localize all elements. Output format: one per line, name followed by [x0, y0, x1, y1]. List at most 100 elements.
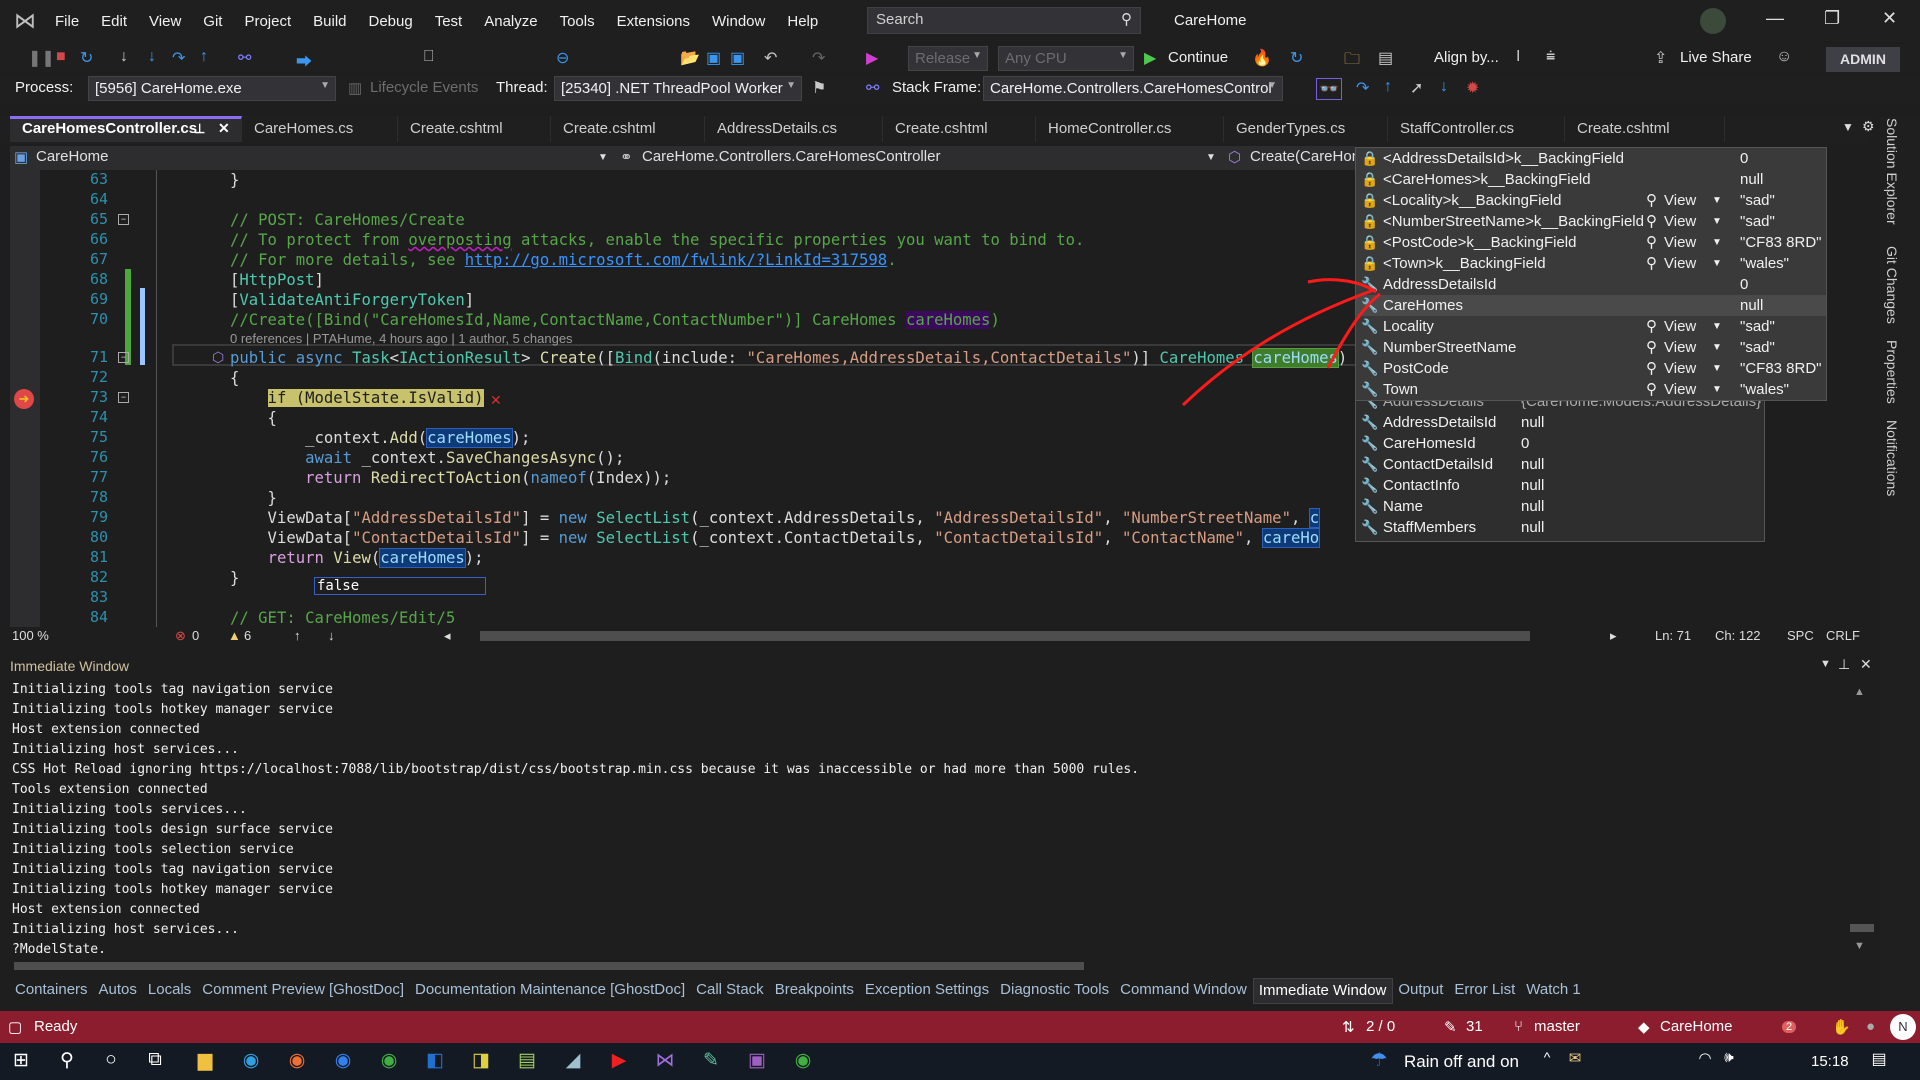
- menu-edit[interactable]: Edit: [90, 13, 138, 30]
- tab-create-cshtml[interactable]: Create.cshtml: [1565, 116, 1725, 142]
- volume-icon[interactable]: 🕪: [1716, 1049, 1742, 1066]
- datatip-parent[interactable]: 🔧 AddressDetails {CareHome.Models.AddressD…: [1355, 393, 1765, 542]
- view-button[interactable]: View: [1664, 211, 1696, 232]
- live-share-icon[interactable]: ⇪: [1654, 48, 1667, 68]
- firefox-icon[interactable]: ◉: [284, 1049, 310, 1072]
- step-over-breakpoint-icon[interactable]: ↷: [1356, 78, 1369, 98]
- profile-avatar[interactable]: [1700, 8, 1726, 34]
- tab-addressdetails-cs[interactable]: AddressDetails.cs: [705, 116, 883, 142]
- previous-issue-icon[interactable]: ↑: [294, 628, 301, 643]
- file-explorer-icon[interactable]: ▆: [192, 1049, 218, 1072]
- collapse-icon[interactable]: −: [118, 352, 129, 363]
- datatip-row[interactable]: 🔧 Locality View ⚲ ▼ "sad": [1356, 316, 1826, 337]
- glasses-icon[interactable]: 👓: [1316, 78, 1342, 100]
- platform-dropdown[interactable]: Any CPU ▼: [998, 46, 1134, 71]
- view-button[interactable]: View: [1664, 379, 1696, 400]
- chevron-down-icon[interactable]: ▼: [1712, 232, 1722, 253]
- datatip-row[interactable]: 🔒 <Town>k__BackingField View ⚲ ▼ "wales": [1356, 253, 1826, 274]
- restart-icon[interactable]: ↻: [80, 48, 93, 68]
- immediate-window-output[interactable]: Initializing tools tag navigation servic…: [10, 682, 1880, 968]
- tool-tab-documentation-maintenance-ghostdoc-[interactable]: Documentation Maintenance [GhostDoc]: [410, 978, 691, 1004]
- tool-tab-containers[interactable]: Containers: [10, 978, 94, 1004]
- hot-reload-icon[interactable]: ⚯: [238, 48, 251, 68]
- datatip-row[interactable]: 🔧 ContactInfo null: [1356, 475, 1764, 496]
- redo-icon[interactable]: ↷: [812, 48, 825, 68]
- tool-tab-diagnostic-tools[interactable]: Diagnostic Tools: [995, 978, 1115, 1004]
- wifi-icon[interactable]: ◠: [1692, 1049, 1718, 1067]
- datatip-row[interactable]: 🔧 CareHomesId 0: [1356, 433, 1764, 454]
- sync-icon[interactable]: ⇅: [1342, 1018, 1355, 1036]
- notepad-icon[interactable]: ▤: [514, 1049, 540, 1072]
- show-next-statement-icon[interactable]: ⮕: [296, 48, 312, 72]
- chevron-down-icon[interactable]: ▼: [1712, 337, 1722, 358]
- repository-name[interactable]: CareHome: [1660, 1018, 1733, 1035]
- mail-icon[interactable]: ✉: [1562, 1049, 1588, 1067]
- continue-icon[interactable]: ▶: [1144, 48, 1156, 68]
- view-button[interactable]: View: [1664, 337, 1696, 358]
- warning-icon[interactable]: ▲: [228, 628, 241, 643]
- scroll-down-icon[interactable]: ▼: [1854, 940, 1865, 952]
- datatip-expanded[interactable]: 🔒 <AddressDetailsId>k__BackingField 0 🔒 <Car…: [1355, 147, 1827, 401]
- codelens[interactable]: 0 references | PTAHume, 4 hours ago | 1 …: [230, 330, 573, 348]
- windows-start-icon[interactable]: ⊞: [8, 1049, 34, 1072]
- tool-tab-output[interactable]: Output: [1393, 978, 1449, 1004]
- tab-carehomes-cs[interactable]: CareHomes.cs: [242, 116, 398, 142]
- tool-tab-autos[interactable]: Autos: [94, 978, 143, 1004]
- bookmark-icon[interactable]: ⎕: [424, 48, 434, 66]
- menu-build[interactable]: Build: [302, 13, 357, 30]
- tool-tab-error-list[interactable]: Error List: [1449, 978, 1521, 1004]
- start-without-debugging-icon[interactable]: ▶: [866, 48, 878, 68]
- next-issue-icon[interactable]: ↓: [328, 628, 335, 643]
- clock[interactable]: 15:18: [1811, 1053, 1849, 1070]
- class-dropdown[interactable]: CareHome.Controllers.CareHomesController: [642, 148, 940, 165]
- menu-view[interactable]: View: [138, 13, 192, 30]
- stop-icon[interactable]: ■: [56, 48, 66, 66]
- tool-tab-call-stack[interactable]: Call Stack: [691, 978, 770, 1004]
- hand-icon[interactable]: ✋: [1832, 1018, 1851, 1036]
- step-over-icon[interactable]: ↓: [148, 48, 156, 66]
- datatip-row[interactable]: 🔧 NumberStreetName View ⚲ ▼ "sad": [1356, 337, 1826, 358]
- scroll-left-icon[interactable]: ◂: [444, 628, 451, 644]
- view-button[interactable]: View: [1664, 253, 1696, 274]
- tab-gendertypes-cs[interactable]: GenderTypes.cs: [1224, 116, 1388, 142]
- datatip-row[interactable]: 🔒 <PostCode>k__BackingField View ⚲ ▼ "CF83 8R…: [1356, 232, 1826, 253]
- datatip-row[interactable]: 🔒 <CareHomes>k__BackingField null: [1356, 169, 1826, 190]
- tool-tab-breakpoints[interactable]: Breakpoints: [770, 978, 860, 1004]
- vertical-scrollbar[interactable]: ▲ ▼: [1842, 682, 1878, 972]
- menu-file[interactable]: File: [44, 13, 90, 30]
- tray-chevron-icon[interactable]: ^: [1534, 1049, 1560, 1065]
- tool-tab-comment-preview-ghostdoc-[interactable]: Comment Preview [GhostDoc]: [197, 978, 410, 1004]
- scroll-up-icon[interactable]: ▲: [1854, 686, 1865, 698]
- notification-count[interactable]: 2: [1782, 1021, 1797, 1033]
- collapse-icon[interactable]: −: [118, 392, 129, 403]
- datatip-row[interactable]: 🔧 AddressDetailsId null: [1356, 412, 1764, 433]
- browse-folder-icon[interactable]: 🗀: [1344, 48, 1360, 75]
- datatip-row[interactable]: 🔒 <Locality>k__BackingField View ⚲ ▼ "sad": [1356, 190, 1826, 211]
- weather-text[interactable]: Rain off and on: [1404, 1052, 1519, 1072]
- error-count[interactable]: 0: [192, 628, 199, 643]
- app-icon[interactable]: ◨: [468, 1049, 494, 1072]
- menu-debug[interactable]: Debug: [358, 13, 424, 30]
- pause-icon[interactable]: ❚❚: [28, 48, 55, 68]
- branch-icon[interactable]: ⑂: [1514, 1018, 1523, 1035]
- tab-create-cshtml[interactable]: Create.cshtml: [398, 116, 551, 142]
- step-into-icon[interactable]: ↓: [120, 48, 128, 66]
- view-button[interactable]: View: [1664, 190, 1696, 211]
- project-dropdown[interactable]: CareHome: [36, 148, 109, 165]
- datatip-row[interactable]: 🔧 StaffMembers null: [1356, 517, 1764, 538]
- chevron-down-icon[interactable]: ▼: [1712, 316, 1722, 337]
- tool-tab-exception-settings[interactable]: Exception Settings: [860, 978, 995, 1004]
- chevron-down-icon[interactable]: ▼: [1712, 190, 1722, 211]
- tool-tab-locals[interactable]: Locals: [143, 978, 197, 1004]
- menu-tools[interactable]: Tools: [549, 13, 606, 30]
- minimize-icon[interactable]: —: [1766, 8, 1784, 29]
- tab-create-cshtml[interactable]: Create.cshtml: [551, 116, 705, 142]
- chevron-down-icon[interactable]: ▼: [1712, 358, 1722, 379]
- datatip-row[interactable]: 🔧 PostCode View ⚲ ▼ "CF83 8RD": [1356, 358, 1826, 379]
- restore-icon[interactable]: ❐: [1824, 8, 1840, 29]
- menu-window[interactable]: Window: [701, 13, 776, 30]
- step-back-icon[interactable]: ↷: [172, 48, 185, 68]
- search-icon[interactable]: ⚲: [54, 1049, 80, 1072]
- stack-frame-dropdown[interactable]: CareHome.Controllers.CareHomesControl ▼: [983, 76, 1283, 101]
- tool-tab-watch-1[interactable]: Watch 1: [1521, 978, 1586, 1004]
